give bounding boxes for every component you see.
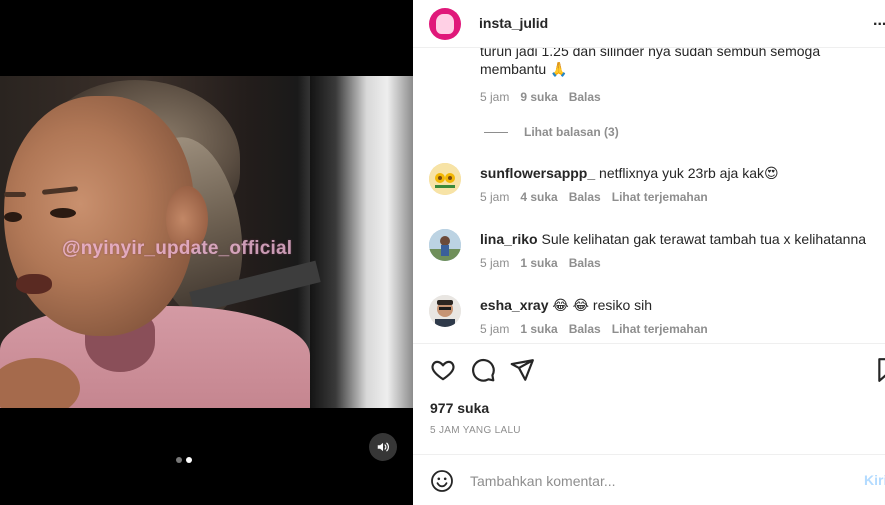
comment-body: sunflowersappp_ netflixnya yuk 23rb aja …	[480, 164, 779, 182]
brow-shape	[41, 186, 79, 195]
comment-meta: 5 jam 1 suka Balas	[480, 256, 601, 270]
post-media[interactable]: @nyinyir_update_official	[0, 0, 413, 505]
comment-text: turun jadi 1.25 dan silinder nya sudah s…	[480, 48, 821, 59]
author-username[interactable]: insta_julid	[479, 15, 548, 31]
comment-meta: 5 jam 1 suka Balas Lihat terjemahan	[480, 322, 708, 336]
view-replies-button[interactable]: Lihat balasan (3)	[484, 125, 619, 139]
smiley-icon[interactable]	[430, 469, 454, 493]
avatar[interactable]	[429, 229, 461, 261]
add-comment-bar: Kirim	[413, 454, 885, 505]
comment-meta: 5 jam 9 suka Balas	[480, 90, 601, 104]
carousel-dot	[176, 457, 182, 463]
post-comment-button[interactable]: Kirim	[864, 472, 885, 488]
comment-body: esha_xray 😂 😂 resiko sih	[480, 296, 652, 314]
video-frame[interactable]: @nyinyir_update_official	[0, 76, 413, 408]
avatar-figure	[436, 14, 454, 34]
comment-icon[interactable]	[470, 357, 496, 383]
speaker-icon	[377, 442, 389, 452]
comment-text: 😂 😂 resiko sih	[552, 297, 653, 313]
comment-body: lina_riko Sule kelihatan gak terawat tam…	[480, 230, 866, 248]
comment-username[interactable]: sunflowersappp_	[480, 165, 595, 181]
sunflower-icon	[429, 163, 461, 195]
comment-time[interactable]: 5 jam	[480, 90, 509, 104]
comment-text: Sule kelihatan gak terawat tambah tua x …	[541, 231, 867, 247]
comment-time[interactable]: 5 jam	[480, 190, 509, 204]
comment-likes[interactable]: 4 suka	[520, 190, 557, 204]
replies-divider	[484, 131, 508, 133]
translate-button[interactable]: Lihat terjemahan	[612, 322, 708, 336]
comment-username[interactable]: lina_riko	[480, 231, 538, 247]
carousel-indicator	[176, 457, 192, 463]
post-actions: 977 suka 5 JAM YANG LALU Kirim	[413, 343, 885, 505]
heart-icon[interactable]	[430, 357, 456, 383]
post-header: insta_julid ...	[413, 0, 885, 48]
view-replies-label: Lihat balasan (3)	[524, 125, 619, 139]
translate-button[interactable]: Lihat terjemahan	[612, 190, 708, 204]
comment: lina_riko Sule kelihatan gak terawat tam…	[480, 230, 866, 248]
comment-text: netflixnya yuk 23rb aja kak😍	[599, 165, 779, 181]
comment-text: membantu 🙏	[480, 61, 568, 77]
post-panel: insta_julid ... turun jadi 1.25 dan sili…	[413, 0, 885, 505]
user-photo-icon	[429, 295, 461, 327]
video-watermark: @nyinyir_update_official	[62, 238, 293, 259]
comment-likes[interactable]: 1 suka	[520, 256, 557, 270]
bookmark-icon[interactable]	[875, 357, 885, 383]
comment: esha_xray 😂 😂 resiko sih	[480, 296, 652, 314]
eye-shape	[50, 208, 76, 218]
avatar[interactable]	[429, 295, 461, 327]
comment-likes[interactable]: 1 suka	[520, 322, 557, 336]
reply-button[interactable]: Balas	[569, 90, 601, 104]
comments-list[interactable]: turun jadi 1.25 dan silinder nya sudah s…	[413, 48, 885, 343]
reply-button[interactable]: Balas	[569, 190, 601, 204]
comment-partial: turun jadi 1.25 dan silinder nya sudah s…	[480, 48, 820, 78]
mouth-shape	[16, 274, 52, 294]
send-icon[interactable]	[509, 357, 535, 383]
likes-count[interactable]: 977 suka	[430, 400, 489, 416]
comment: sunflowersappp_ netflixnya yuk 23rb aja …	[480, 164, 779, 182]
reply-button[interactable]: Balas	[569, 322, 601, 336]
carousel-dot-active	[186, 457, 192, 463]
comment-time[interactable]: 5 jam	[480, 322, 509, 336]
comment-input[interactable]	[470, 469, 850, 493]
eye-shape	[4, 212, 22, 222]
post-timestamp[interactable]: 5 JAM YANG LALU	[430, 425, 521, 436]
author-avatar[interactable]	[429, 8, 461, 40]
avatar[interactable]	[429, 163, 461, 195]
brow-shape	[4, 192, 26, 197]
comment-meta: 5 jam 4 suka Balas Lihat terjemahan	[480, 190, 708, 204]
user-photo-icon	[429, 229, 461, 261]
comment-time[interactable]: 5 jam	[480, 256, 509, 270]
reply-button[interactable]: Balas	[569, 256, 601, 270]
comment-username[interactable]: esha_xray	[480, 297, 549, 313]
background-wall	[310, 76, 413, 408]
comment-likes[interactable]: 9 suka	[520, 90, 557, 104]
more-options-icon[interactable]: ...	[873, 12, 885, 30]
mute-button[interactable]	[369, 433, 397, 461]
